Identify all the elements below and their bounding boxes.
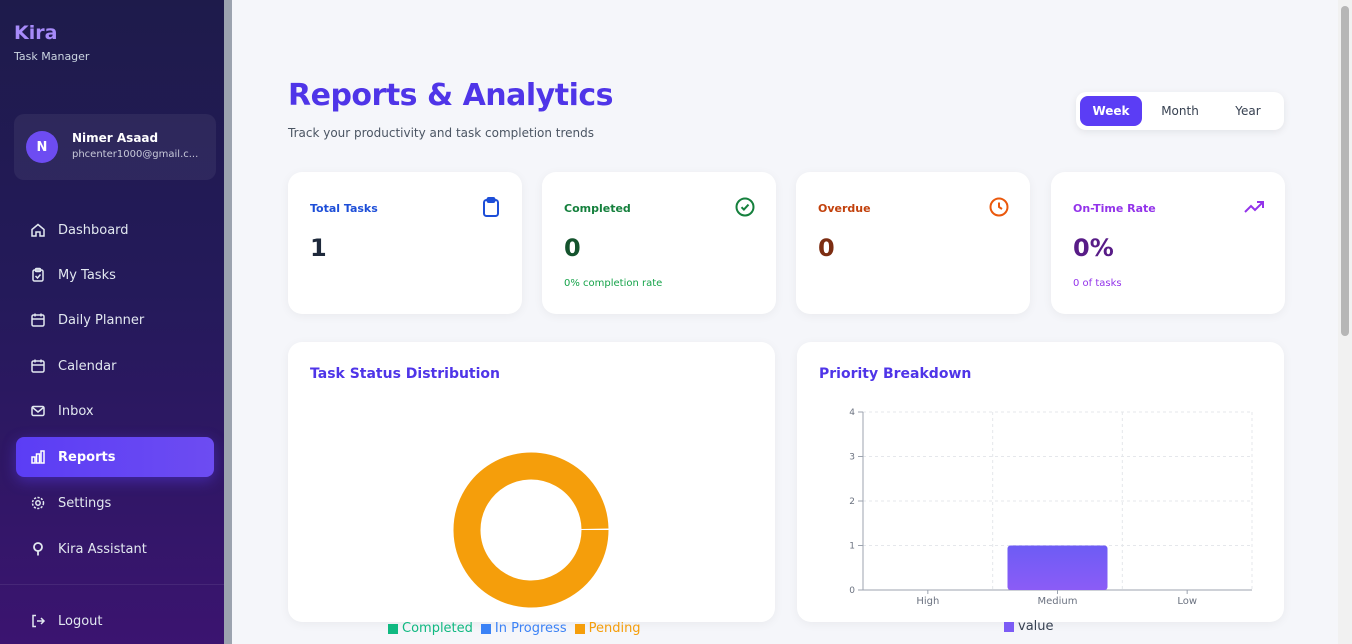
page-subtitle: Track your productivity and task complet… [288,126,595,140]
stat-note: 0 of tasks [1073,278,1122,289]
y-tick-label: 0 [849,586,855,596]
user-name: Nimer Asaad [72,131,159,145]
sidebar-item-daily-planner[interactable]: Daily Planner [16,300,214,340]
legend-label-completed: Completed [402,621,473,636]
legend-label-pending: Pending [588,621,641,636]
sidebar-item-label: Dashboard [58,222,129,238]
logout-button[interactable]: Logout [16,601,214,641]
priority-bar-chart: 0 1 2 3 4 High Medium Low [849,408,1253,607]
priority-panel: Priority Breakdown 0 1 2 3 4 High Medium Low [797,342,1284,622]
legend-label-value: value [1018,619,1054,634]
sidebar-item-inbox[interactable]: Inbox [16,391,214,431]
y-tick-label: 2 [849,497,855,507]
stat-card-completed: Completed 0 0% completion rate [542,172,776,314]
stat-card-on-time-rate: On-Time Rate 0% 0 of tasks [1051,172,1285,314]
stat-label: Total Tasks [310,202,378,215]
home-icon [30,222,46,238]
page-scrollbar[interactable] [1338,0,1352,644]
calendar-icon [30,358,46,374]
sidebar-item-calendar[interactable]: Calendar [16,346,214,386]
legend-swatch [574,623,585,634]
legend-swatch [480,623,491,634]
priority-legend: value [1004,619,1054,634]
sidebar-item-label: Settings [58,495,112,511]
logout-label: Logout [58,613,103,629]
calendar-icon [30,312,46,328]
clipboard-check-icon [30,267,46,283]
y-tick-label: 1 [849,542,855,552]
stat-label: Completed [564,202,631,215]
x-tick-label: Medium [1038,596,1078,607]
task-status-panel: Task Status Distribution [288,342,775,622]
user-card[interactable]: N Nimer Asaad phcenter1000@gmail.c... [14,114,216,180]
clock-icon [989,197,1009,217]
brand-subtitle: Task Manager [14,50,90,63]
sidebar-item-kira-assistant[interactable]: Kira Assistant [16,529,214,569]
trending-up-icon [1244,201,1264,213]
sidebar-item-reports[interactable]: Reports [16,437,214,477]
sidebar-item-label: Inbox [58,403,94,419]
gear-icon [30,495,46,511]
sidebar: Kira Task Manager N Nimer Asaad phcenter… [0,0,224,644]
x-tick-label: Low [1177,596,1197,607]
brand: Kira Task Manager [14,22,89,63]
donut-chart [453,452,609,608]
avatar: N [26,131,58,163]
stat-value: 1 [310,234,327,262]
legend-swatch [1004,621,1014,632]
check-circle-icon [735,197,755,217]
sidebar-item-label: Reports [58,449,116,465]
sidebar-scrollbar[interactable] [224,0,232,644]
logout-icon [30,613,46,629]
mail-icon [30,403,46,419]
status-legend: Completed In Progress Pending [388,621,641,636]
sidebar-item-label: My Tasks [58,267,116,283]
sidebar-item-dashboard[interactable]: Dashboard [16,210,214,250]
stat-label: Overdue [818,202,871,215]
clipboard-icon [483,197,499,217]
sidebar-item-settings[interactable]: Settings [16,483,214,523]
stat-card-total-tasks: Total Tasks 1 [288,172,522,314]
stat-value: 0 [818,234,835,262]
sidebar-item-my-tasks[interactable]: My Tasks [16,255,214,295]
stat-label: On-Time Rate [1073,202,1156,215]
sidebar-divider [0,584,224,585]
range-toggle: Week Month Year [1076,92,1284,130]
donut-slice-pending[interactable] [453,452,609,608]
brand-name: Kira [14,22,58,44]
range-year-button[interactable]: Year [1218,96,1278,126]
legend-label-in-progress: In Progress [494,621,567,636]
range-month-button[interactable]: Month [1142,96,1218,126]
sidebar-item-label: Calendar [58,358,117,374]
range-week-button[interactable]: Week [1080,96,1142,126]
y-tick-label: 3 [849,453,855,463]
stat-value: 0% [1073,234,1114,262]
stat-card-overdue: Overdue 0 [796,172,1030,314]
x-tick-label: High [916,596,939,607]
y-tick-label: 4 [849,408,855,418]
page-title: Reports & Analytics [288,78,614,113]
lightbulb-icon [30,541,46,557]
stat-note: 0% completion rate [564,278,663,289]
sidebar-item-label: Kira Assistant [58,541,147,557]
bar-chart-icon [30,449,46,465]
legend-swatch [388,623,398,634]
sidebar-item-label: Daily Planner [58,312,145,328]
user-email: phcenter1000@gmail.c... [72,149,199,160]
scrollbar-thumb[interactable] [1341,6,1349,336]
stat-value: 0 [564,234,581,262]
bar-medium[interactable] [1007,545,1108,591]
